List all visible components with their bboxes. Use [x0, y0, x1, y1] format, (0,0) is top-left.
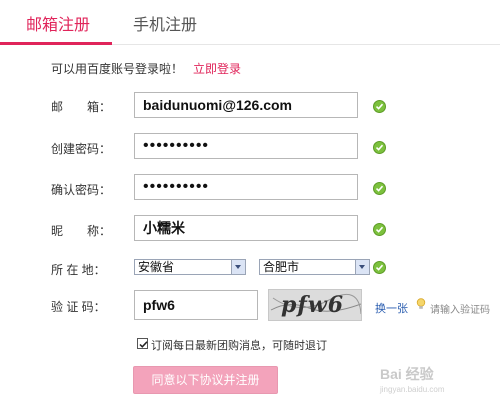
lightbulb-icon — [416, 298, 426, 309]
tab-phone-register[interactable]: 手机注册 — [133, 11, 197, 35]
email-valid-icon — [373, 100, 386, 113]
subscribe-checkbox[interactable] — [137, 338, 148, 349]
confirm-password-field[interactable]: •••••••••• — [134, 174, 358, 200]
nickname-label: 昵 称： — [51, 224, 112, 238]
captcha-label: 验 证 码： — [51, 300, 106, 314]
login-hint-text: 可以用百度账号登录啦！ — [51, 62, 184, 76]
login-now-link[interactable]: 立即登录 — [193, 62, 241, 76]
email-label: 邮 箱： — [51, 100, 112, 114]
password-field[interactable]: •••••••••• — [134, 133, 358, 159]
captcha-image-text: pfw6 — [281, 292, 345, 318]
watermark-url: jingyan.baidu.com — [380, 385, 445, 394]
refresh-captcha-link[interactable]: 换一张 — [375, 300, 408, 316]
password-valid-icon — [373, 141, 386, 154]
email-field[interactable]: baidunuomi@126.com — [134, 92, 358, 118]
active-tab-indicator — [0, 42, 112, 45]
baidu-jingyan-watermark: Bai 经验 — [380, 366, 434, 382]
province-select[interactable]: 安徽省 — [134, 259, 246, 275]
login-hint: 可以用百度账号登录啦！ 立即登录 — [51, 60, 241, 77]
captcha-hint-text: 请输入验证码 — [430, 305, 490, 316]
nickname-field[interactable]: 小糯米 — [134, 215, 358, 241]
city-select[interactable]: 合肥市 — [259, 259, 370, 275]
checkmark-icon — [139, 341, 148, 348]
chevron-down-icon[interactable] — [355, 260, 369, 274]
tab-email-register[interactable]: 邮箱注册 — [26, 11, 90, 35]
city-value: 合肥市 — [263, 260, 300, 274]
location-valid-icon — [373, 261, 386, 274]
captcha-input[interactable]: pfw6 — [134, 290, 258, 320]
captcha-image[interactable]: pfw6 — [268, 289, 362, 321]
confirm-valid-icon — [373, 182, 386, 195]
nickname-valid-icon — [373, 223, 386, 236]
agree-and-register-button[interactable]: 同意以下协议并注册 — [133, 366, 278, 394]
password-label: 创建密码： — [51, 142, 112, 156]
tab-bar: 邮箱注册 手机注册 — [0, 0, 500, 45]
location-label: 所 在 地： — [51, 263, 106, 277]
chevron-down-icon[interactable] — [231, 260, 245, 274]
subscribe-label: 订阅每日最新团购消息，可随时退订 — [151, 340, 327, 352]
province-value: 安徽省 — [138, 260, 175, 274]
confirm-password-label: 确认密码： — [51, 183, 112, 197]
